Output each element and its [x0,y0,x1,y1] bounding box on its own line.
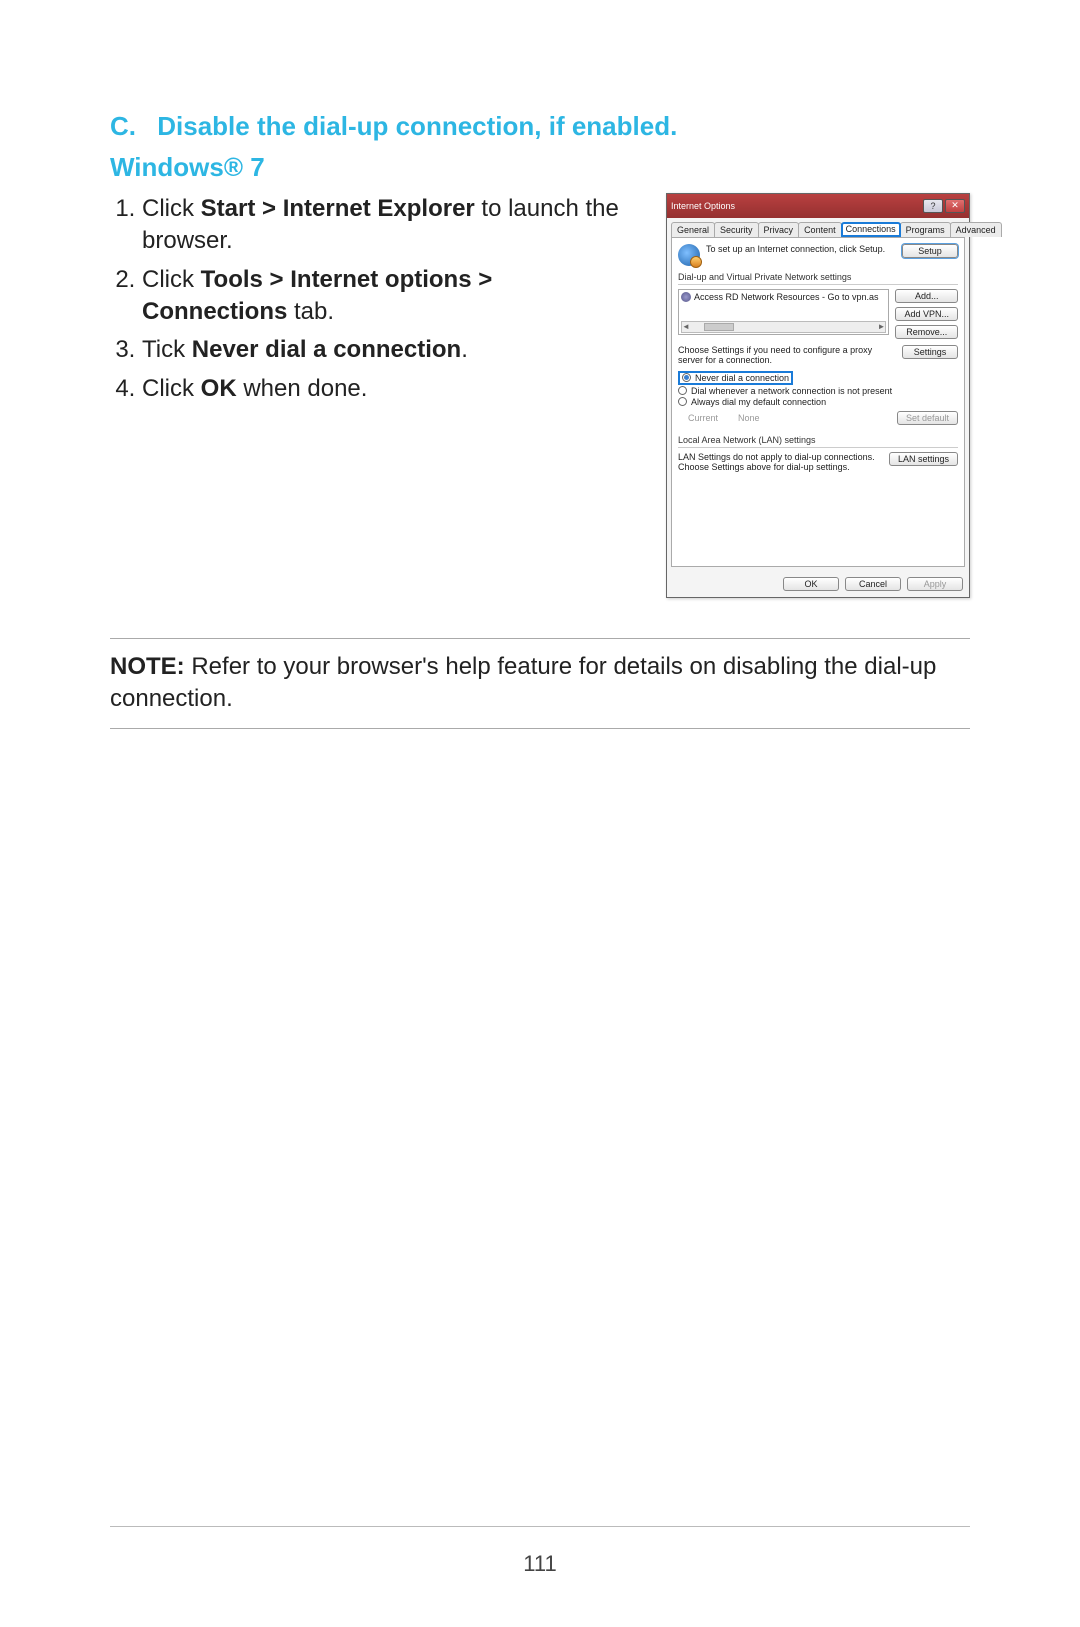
connections-listbox[interactable]: Access RD Network Resources - Go to vpn.… [678,289,889,335]
proxy-text: Choose Settings if you need to configure… [678,345,896,365]
dial-radio-group: Never dial a connection Dial whenever a … [678,371,958,407]
tab-strip: General Security Privacy Content Connect… [667,218,969,237]
tab-privacy[interactable]: Privacy [758,222,800,237]
add-button[interactable]: Add... [895,289,958,303]
lan-text: LAN Settings do not apply to dial-up con… [678,452,883,472]
h-scrollbar[interactable]: ◄ ► [681,321,886,333]
note-label: NOTE: [110,653,185,680]
instruction-list: Click Start > Internet Explorer to launc… [110,193,636,598]
step-3: Tick Never dial a connection. [142,334,636,366]
tab-body: To set up an Internet connection, click … [671,237,965,567]
ok-button[interactable]: OK [783,577,839,591]
apply-button[interactable]: Apply [907,577,963,591]
scroll-right-icon[interactable]: ► [878,322,886,331]
radio-never-dial[interactable] [682,373,691,382]
tab-connections[interactable]: Connections [841,222,901,237]
os-heading: Windows® 7 [110,152,970,183]
section-title-text: Disable the dial-up connection, if enabl… [157,111,677,141]
dialog-titlebar[interactable]: Internet Options ? ✕ [667,194,969,218]
tab-general[interactable]: General [671,222,715,237]
step-1: Click Start > Internet Explorer to launc… [142,193,636,258]
radio-whenever-label: Dial whenever a network connection is no… [691,386,892,396]
list-item: Access RD Network Resources - Go to vpn.… [681,292,886,302]
dialog-footer: OK Cancel Apply [667,571,969,597]
setup-button[interactable]: Setup [902,244,958,258]
tab-programs[interactable]: Programs [900,222,951,237]
radio-always-label: Always dial my default connection [691,397,826,407]
settings-button[interactable]: Settings [902,345,958,359]
add-vpn-button[interactable]: Add VPN... [895,307,958,321]
lan-group-label: Local Area Network (LAN) settings [678,435,958,445]
dialog-title: Internet Options [671,201,735,211]
never-dial-highlight: Never dial a connection [678,371,793,385]
tab-advanced[interactable]: Advanced [950,222,1002,237]
dialup-group-label: Dial-up and Virtual Private Network sett… [678,272,958,282]
setup-text: To set up an Internet connection, click … [706,244,896,254]
current-label: Current [688,413,718,423]
scroll-left-icon[interactable]: ◄ [682,322,690,331]
section-prefix: C. [110,110,150,144]
remove-button[interactable]: Remove... [895,325,958,339]
set-default-button[interactable]: Set default [897,411,958,425]
divider [678,447,958,448]
tab-security[interactable]: Security [714,222,759,237]
help-button[interactable]: ? [923,199,943,213]
note-block: NOTE: Refer to your browser's help featu… [110,638,970,729]
page-number: 111 [0,1551,1080,1577]
step-4: Click OK when done. [142,373,636,405]
step-2: Click Tools > Internet options > Connect… [142,264,636,329]
scroll-thumb[interactable] [704,323,734,331]
radio-dial-whenever[interactable] [678,386,687,395]
radio-always-dial[interactable] [678,397,687,406]
internet-options-dialog: Internet Options ? ✕ General Security Pr… [666,193,970,598]
footer-rule [110,1526,970,1527]
note-text: Refer to your browser's help feature for… [110,653,936,712]
current-value: None [738,413,760,423]
section-heading: C. Disable the dial-up connection, if en… [110,110,970,144]
lan-settings-button[interactable]: LAN settings [889,452,958,466]
radio-never-label: Never dial a connection [695,373,789,383]
close-button[interactable]: ✕ [945,199,965,213]
divider [678,284,958,285]
globe-icon [678,244,700,266]
tab-content[interactable]: Content [798,222,842,237]
cancel-button[interactable]: Cancel [845,577,901,591]
